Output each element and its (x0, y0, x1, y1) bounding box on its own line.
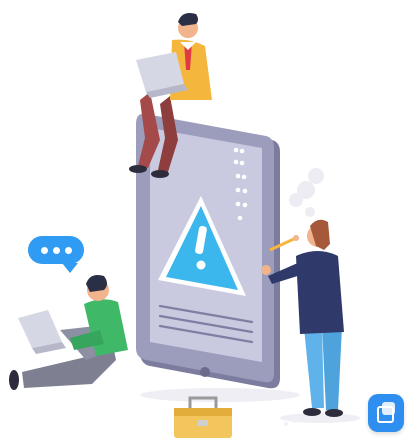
smoke-puffs (289, 168, 324, 217)
badge-square-fill (382, 402, 395, 415)
home-button-icon (200, 367, 210, 377)
illustration-svg (9, 13, 360, 438)
phone-shadow (140, 388, 300, 402)
chat-bubble-icon (28, 236, 84, 273)
chat-dot (53, 247, 60, 254)
sitting-man (9, 275, 128, 390)
illustration-scene (0, 0, 410, 443)
standing-man-shadow (280, 413, 360, 423)
chat-dot (41, 247, 48, 254)
app-badge-icon[interactable] (368, 394, 404, 432)
chat-dot (65, 247, 72, 254)
toolbox-icon (174, 396, 232, 438)
